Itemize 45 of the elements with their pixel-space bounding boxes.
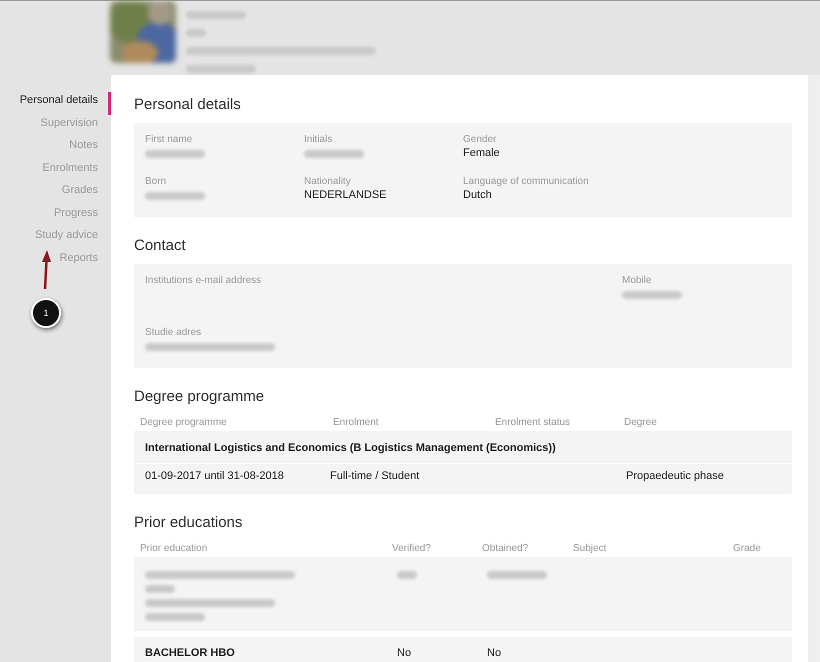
field-label: Gender [463,133,498,146]
sidebar-item[interactable]: Grades [62,182,111,204]
section-heading: Contact [134,237,187,254]
field-value: NEDERLANDSE [304,188,388,203]
section-heading: Degree programme [134,388,266,405]
blurred-text [487,571,547,579]
blurred-text [397,571,417,579]
field-value: Female [463,146,501,161]
field-label: Born [145,175,168,188]
field-label: Institutions e-mail address [145,274,262,287]
field-label: Language of communication [463,175,590,188]
column-header: Subject [573,542,608,556]
column-header: Degree [624,416,658,430]
field-label: Studie adres [145,326,202,339]
arrow [40,250,52,290]
column-header: Grade [733,542,762,556]
table-cell-text: No [397,647,412,659]
field-label: Mobile [622,274,652,287]
column-header: Prior education [140,542,208,556]
sidebar-item[interactable]: Reports [59,250,111,272]
section-heading: Personal details [134,96,242,113]
blurred-text [186,29,206,37]
table-cell: International Logistics and Economics (B Logistics Management (Economics)) [134,431,792,464]
column-header: Enrolment status [495,416,572,430]
sidebar-item[interactable]: Progress [54,204,111,227]
step-badge: 1 [31,298,61,328]
sidebar-item[interactable]: Study advice [35,227,111,250]
table-cell-text: Full-time / Student [330,470,420,482]
table-cell-text: Propaedeutic phase [626,470,725,482]
column-header: Verified? [392,542,432,556]
table-cell-text: No [487,647,502,659]
sidebar-item[interactable]: Supervision [40,114,111,137]
table-cell-text: BACHELOR HBO [145,647,236,659]
field-label: Nationality [304,175,352,188]
sidebar-item[interactable]: Notes [69,137,111,160]
section-heading: Prior educations [134,514,244,531]
field-value: Dutch [463,188,493,203]
column-header: Obtained? [482,542,530,556]
blurred-text [186,11,246,19]
field-label: Initials [304,133,334,146]
column-header: Degree programme [140,416,228,430]
field-label: First name [145,133,194,146]
column-header: Enrolment [333,416,380,430]
blurred-text [186,65,256,73]
sidebar-item[interactable]: Enrolments [42,160,111,182]
